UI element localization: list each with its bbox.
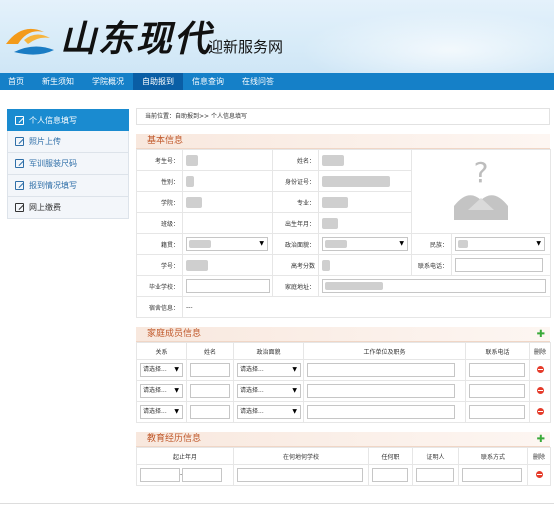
sidebar-item-personal-info[interactable]: 个人信息填写 xyxy=(7,109,129,131)
dorm-value: --- xyxy=(182,296,551,318)
member-phone-input[interactable] xyxy=(469,363,525,377)
school-name-input[interactable] xyxy=(237,468,363,482)
nav-online-qa[interactable]: 在线问答 xyxy=(233,73,283,90)
school-input[interactable] xyxy=(186,279,270,293)
delete-row-icon[interactable] xyxy=(536,365,544,373)
breadcrumb: 当前位置：自助报到>> 个人信息填写 xyxy=(136,108,550,125)
work-unit-input[interactable] xyxy=(307,363,455,377)
sidebar-item-photo-upload[interactable]: 照片上传 xyxy=(7,131,129,153)
contact-input[interactable] xyxy=(462,468,522,482)
address-input[interactable] xyxy=(322,279,546,293)
relation-select[interactable]: 请选择... ▼ xyxy=(140,405,183,419)
birth-value xyxy=(322,217,338,229)
nav-home[interactable]: 首页 xyxy=(0,73,33,90)
delete-row-icon[interactable] xyxy=(536,407,544,415)
gender-value xyxy=(186,175,194,187)
basic-info-table: 考生号： 姓名： ? 性别： 身份证号： 学院： 专业： 班级： 出生年月： 籍… xyxy=(136,149,551,318)
add-family-member-icon[interactable]: ✚ xyxy=(537,327,545,342)
edit-icon xyxy=(15,181,24,190)
site-header: 山东现代 迎新服务网 xyxy=(0,0,554,73)
score-value xyxy=(322,259,330,271)
student-no-value xyxy=(186,259,208,271)
sidebar: 个人信息填写 照片上传 军训服装尺码 报到情况填写 网上缴费 xyxy=(7,109,129,219)
add-education-icon[interactable]: ✚ xyxy=(537,432,545,447)
section-basic-info: 基本信息 xyxy=(136,134,550,149)
family-table: 关系 姓名 政治面貌 工作单位及职务 联系电话 删除 请选择... ▼ 请选择..… xyxy=(136,342,551,423)
school-logo xyxy=(6,28,54,55)
end-date-input[interactable] xyxy=(182,468,223,482)
relation-select[interactable]: 请选择... ▼ xyxy=(140,384,183,398)
phone-input[interactable] xyxy=(455,258,543,272)
ethnic-select[interactable]: ▼ xyxy=(455,237,545,251)
member-politics-select[interactable]: 请选择... ▼ xyxy=(237,405,301,419)
section-family-members: 家庭成员信息 ✚ xyxy=(136,327,550,342)
witness-input[interactable] xyxy=(416,468,454,482)
nav-self-register[interactable]: 自助报到 xyxy=(133,73,183,90)
site-title: 迎新服务网 xyxy=(208,39,284,56)
svg-text:?: ? xyxy=(474,160,489,189)
member-politics-select[interactable]: 请选择... ▼ xyxy=(237,363,301,377)
sidebar-item-register-status[interactable]: 报到情况填写 xyxy=(7,175,129,197)
education-table: 起止年月 在何地何学校 任何职 证明人 联系方式 删除 - xyxy=(136,447,551,486)
edit-icon xyxy=(15,203,24,212)
sidebar-item-online-payment[interactable]: 网上缴费 xyxy=(7,197,129,219)
start-date-input[interactable] xyxy=(140,468,180,482)
page-bottom-border xyxy=(0,503,554,504)
member-politics-select[interactable]: 请选择... ▼ xyxy=(237,384,301,398)
native-select[interactable]: ▼ xyxy=(186,237,268,251)
id-no-value xyxy=(322,175,390,187)
edit-icon xyxy=(15,137,24,146)
name-value xyxy=(322,154,344,166)
delete-row-icon[interactable] xyxy=(536,386,544,394)
sidebar-item-uniform-size[interactable]: 军训服装尺码 xyxy=(7,153,129,175)
politics-select[interactable]: ▼ xyxy=(322,237,408,251)
nav-freshman-notice[interactable]: 新生须知 xyxy=(33,73,83,90)
member-phone-input[interactable] xyxy=(469,384,525,398)
edit-icon xyxy=(15,159,24,168)
member-name-input[interactable] xyxy=(190,363,230,377)
calligraphy-logo: 山东现代 xyxy=(60,18,213,60)
nav-info-query[interactable]: 信息查询 xyxy=(183,73,233,90)
member-phone-input[interactable] xyxy=(469,405,525,419)
edit-icon xyxy=(15,115,24,125)
work-unit-input[interactable] xyxy=(307,405,455,419)
member-name-input[interactable] xyxy=(190,405,230,419)
table-row: - xyxy=(136,464,551,486)
relation-select[interactable]: 请选择... ▼ xyxy=(140,363,183,377)
delete-row-icon[interactable] xyxy=(535,470,543,478)
section-education: 教育经历信息 ✚ xyxy=(136,432,550,447)
table-row: 请选择... ▼ 请选择... ▼ xyxy=(136,359,551,381)
college-value xyxy=(186,196,202,208)
work-unit-input[interactable] xyxy=(307,384,455,398)
exam-no-value xyxy=(186,154,198,166)
photo-placeholder-icon: ? xyxy=(454,156,508,220)
nav-college-overview[interactable]: 学院概况 xyxy=(83,73,133,90)
photo-placeholder: ? xyxy=(411,149,551,234)
member-name-input[interactable] xyxy=(190,384,230,398)
table-row: 请选择... ▼ 请选择... ▼ xyxy=(136,401,551,423)
table-row: 请选择... ▼ 请选择... ▼ xyxy=(136,380,551,402)
main-nav: 首页 新生须知 学院概况 自助报到 信息查询 在线问答 xyxy=(0,73,554,90)
position-input[interactable] xyxy=(372,468,408,482)
main-content: 当前位置：自助报到>> 个人信息填写 基本信息 考生号： 姓名： ? 性别： 身… xyxy=(136,108,551,486)
major-value xyxy=(322,196,348,208)
